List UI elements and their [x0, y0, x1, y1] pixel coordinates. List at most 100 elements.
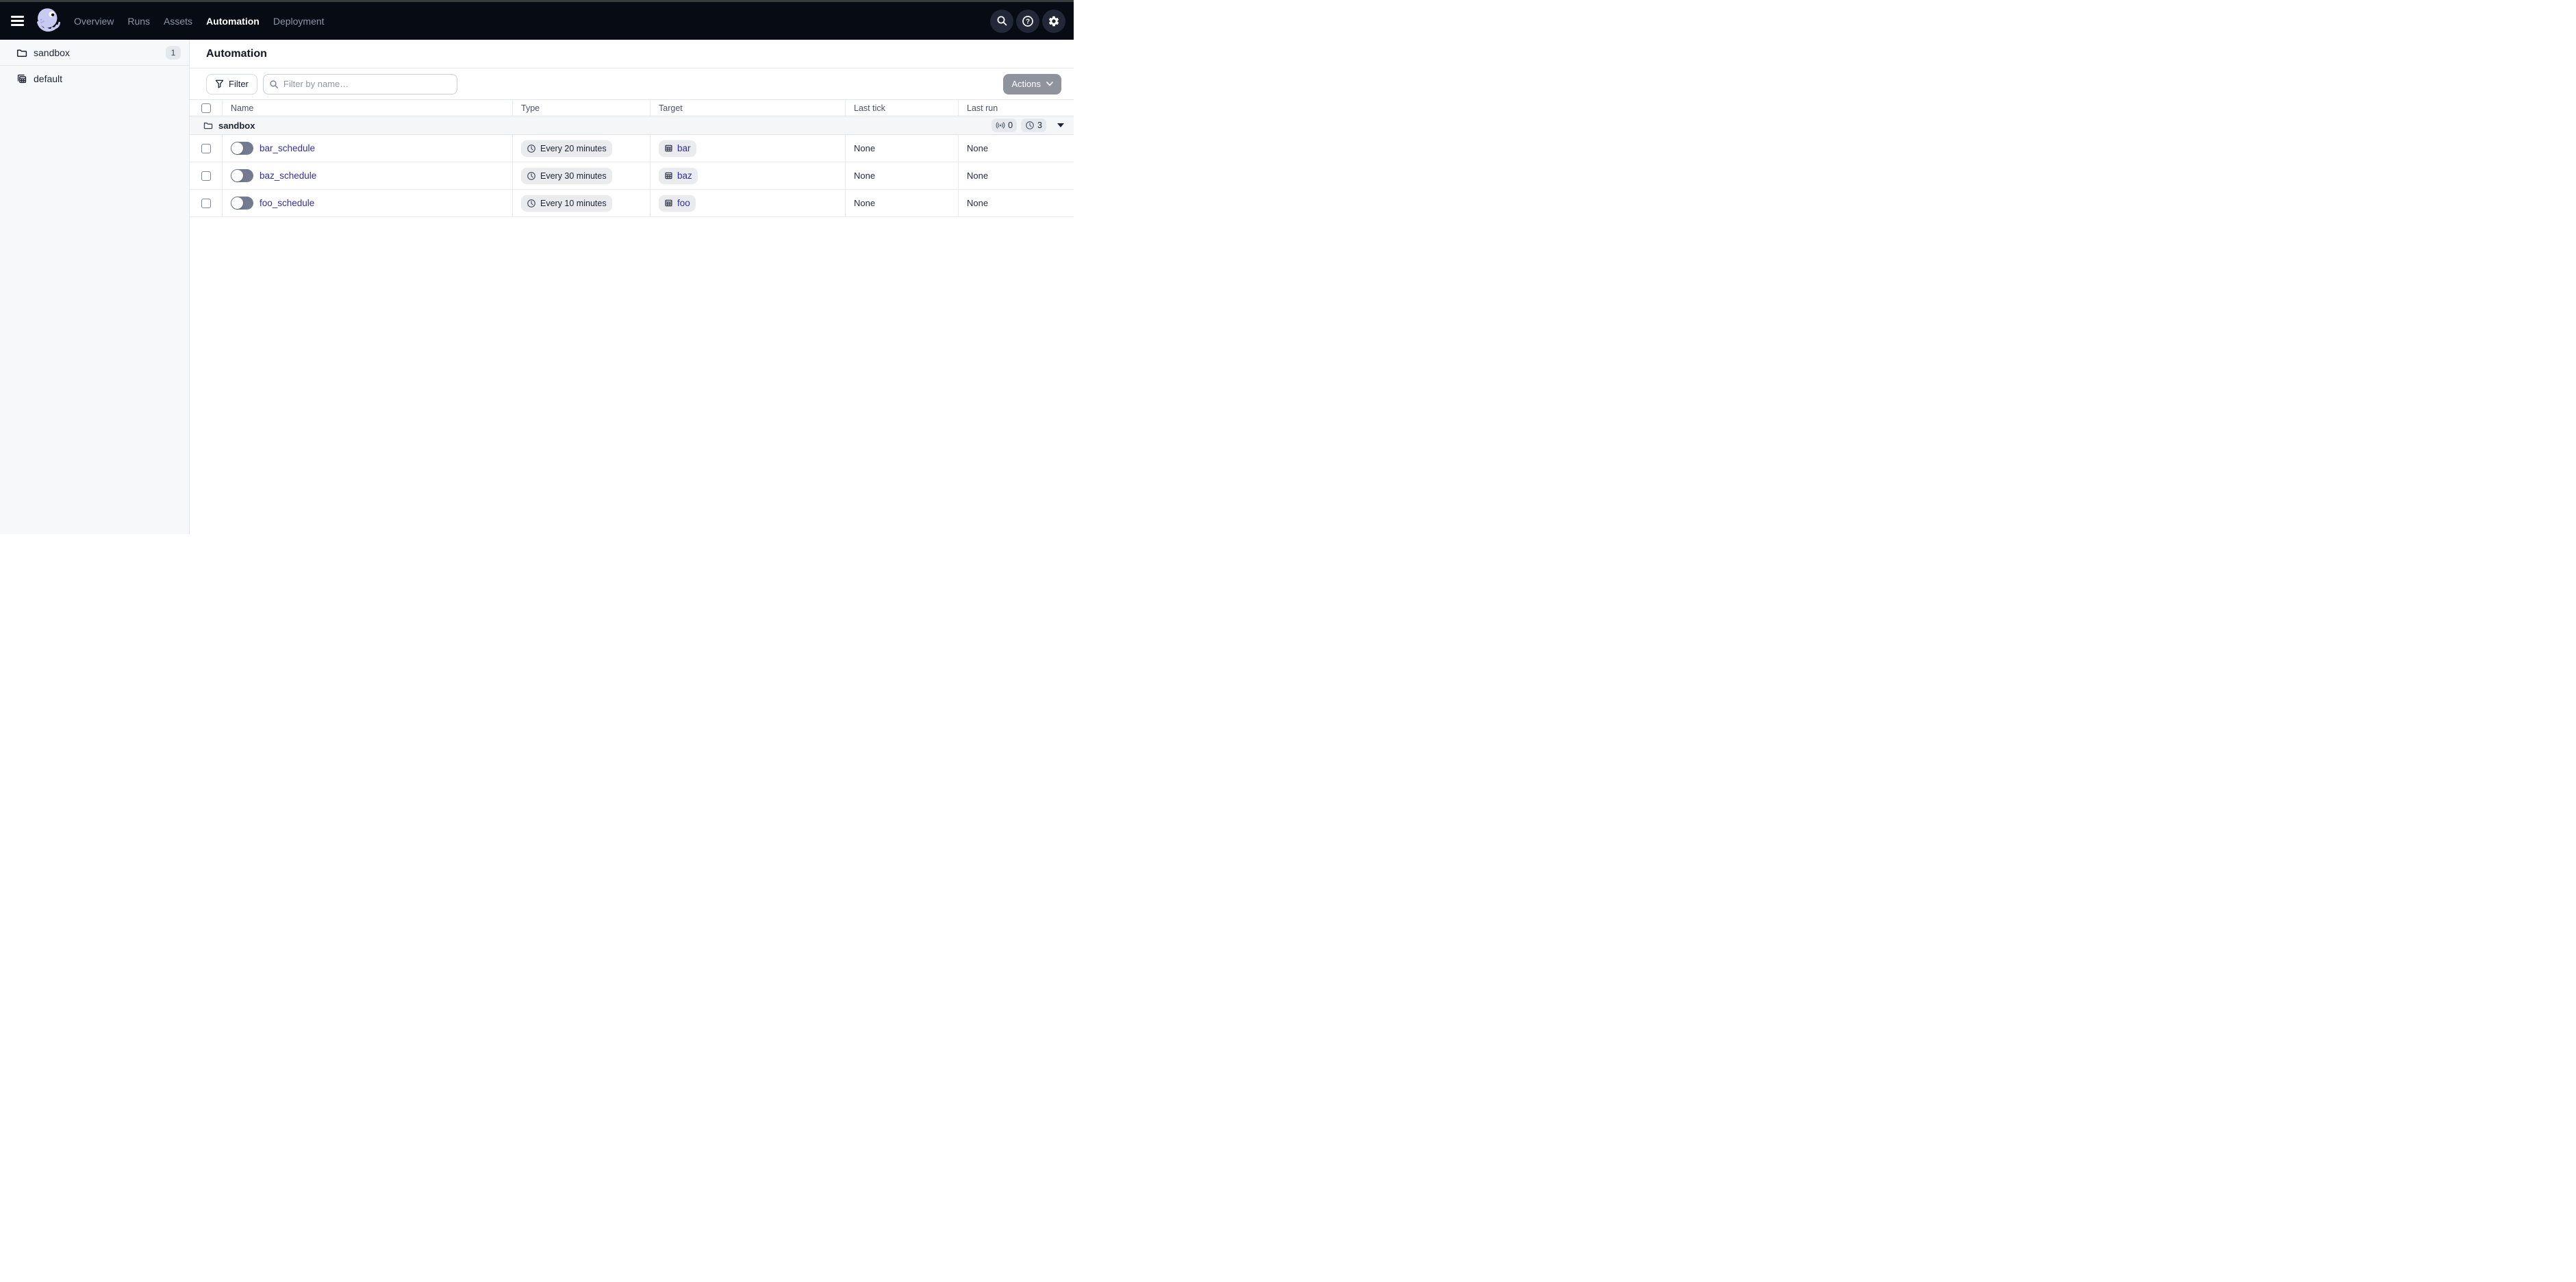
primary-nav: Overview Runs Assets Automation Deployme…: [73, 13, 326, 29]
search-button[interactable]: [990, 10, 1013, 33]
hamburger-menu-icon[interactable]: [11, 13, 27, 29]
top-navbar: Overview Runs Assets Automation Deployme…: [0, 2, 1074, 40]
last-run-cell: None: [959, 162, 1074, 189]
table-header-row: Name Type Target Last tick Last run: [190, 99, 1074, 116]
target-cell: baz: [651, 162, 846, 189]
last-tick-value: None: [854, 171, 875, 181]
column-header-last-tick: Last tick: [846, 100, 959, 116]
schedule-link[interactable]: bar_schedule: [260, 143, 315, 153]
schedule-type-chip: Every 30 minutes: [521, 168, 612, 184]
schedule-type-chip: Every 10 minutes: [521, 195, 612, 212]
target-cell: bar: [651, 135, 846, 162]
target-chip[interactable]: bar: [659, 140, 696, 157]
search-icon: [269, 79, 279, 89]
filter-button[interactable]: Filter: [206, 74, 257, 95]
sidebar-item-label: default: [34, 73, 62, 84]
row-checkbox-cell: [190, 162, 223, 189]
name-cell: foo_schedule: [223, 190, 513, 216]
last-run-cell: None: [959, 135, 1074, 162]
last-tick-cell: None: [846, 190, 959, 216]
schedule-link[interactable]: foo_schedule: [260, 198, 314, 208]
sandbox-count-badge: 1: [166, 46, 181, 60]
main-content: Automation Filter Actions: [190, 40, 1074, 534]
table-icon: [664, 171, 673, 180]
search-icon: [996, 15, 1008, 27]
type-cell: Every 10 minutes: [513, 190, 651, 216]
select-all-checkbox[interactable]: [201, 103, 211, 113]
toolbar: Filter Actions: [190, 68, 1074, 99]
nav-item-automation[interactable]: Automation: [205, 13, 261, 29]
target-link[interactable]: baz: [677, 171, 692, 181]
filter-by-name-input[interactable]: [263, 74, 457, 95]
row-checkbox-cell: [190, 190, 223, 216]
last-tick-value: None: [854, 198, 875, 208]
clock-icon: [527, 199, 536, 208]
code-location-icon: [16, 73, 27, 84]
last-tick-cell: None: [846, 135, 959, 162]
settings-button[interactable]: [1042, 10, 1065, 33]
target-link[interactable]: foo: [677, 198, 690, 208]
repo-group-row[interactable]: sandbox 0: [190, 116, 1074, 135]
filter-funnel-icon: [215, 79, 224, 88]
toggle-knob: [231, 142, 243, 154]
table-row: baz_schedule Every 30 minutes: [190, 162, 1074, 190]
sidebar-item-sandbox[interactable]: sandbox 1: [0, 40, 189, 65]
octopus-logo-icon: [34, 6, 64, 36]
gear-icon: [1048, 15, 1060, 27]
clock-icon: [527, 171, 536, 181]
target-cell: foo: [651, 190, 846, 216]
group-header: sandbox: [203, 121, 255, 131]
clock-icon: [1025, 121, 1035, 130]
header-checkbox-cell: [190, 100, 223, 116]
sensor-count-pill: 0: [992, 118, 1017, 132]
type-cell: Every 30 minutes: [513, 162, 651, 189]
filter-button-label: Filter: [229, 79, 249, 89]
column-header-last-run: Last run: [959, 100, 1074, 116]
schedule-toggle[interactable]: [231, 197, 253, 210]
actions-button[interactable]: Actions: [1003, 74, 1061, 95]
row-checkbox-cell: [190, 135, 223, 162]
toggle-knob: [231, 170, 243, 181]
toggle-knob: [231, 197, 243, 209]
nav-item-deployment[interactable]: Deployment: [272, 13, 326, 29]
schedule-link[interactable]: baz_schedule: [260, 171, 316, 181]
clock-icon: [527, 144, 536, 153]
column-header-name: Name: [223, 100, 513, 116]
table-row: bar_schedule Every 20 minutes: [190, 135, 1074, 162]
row-checkbox[interactable]: [201, 199, 211, 208]
schedule-type-label: Every 20 minutes: [540, 144, 607, 153]
actions-button-label: Actions: [1011, 79, 1041, 89]
table-row: foo_schedule Every 10 minutes: [190, 190, 1074, 217]
nav-item-assets[interactable]: Assets: [162, 13, 194, 29]
caret-down-icon[interactable]: [1057, 123, 1064, 127]
target-chip[interactable]: baz: [659, 168, 698, 184]
last-run-value: None: [967, 143, 988, 153]
folder-icon: [203, 121, 213, 130]
schedule-count-pill: 3: [1021, 118, 1046, 132]
row-checkbox[interactable]: [201, 171, 211, 181]
nav-icon-group: ?: [990, 10, 1065, 33]
schedule-toggle[interactable]: [231, 169, 253, 182]
group-counts: 0 3: [992, 118, 1064, 132]
schedule-count: 3: [1037, 121, 1042, 130]
sidebar-item-default[interactable]: default: [0, 66, 189, 91]
last-tick-value: None: [854, 143, 875, 153]
nav-item-overview[interactable]: Overview: [73, 13, 115, 29]
help-button[interactable]: ?: [1016, 10, 1039, 33]
chevron-down-icon: [1046, 81, 1053, 86]
automation-table: Name Type Target Last tick Last run sand…: [190, 99, 1074, 217]
nav-item-runs[interactable]: Runs: [126, 13, 151, 29]
last-run-cell: None: [959, 190, 1074, 216]
sidebar-item-label: sandbox: [34, 47, 70, 58]
target-chip[interactable]: foo: [659, 195, 696, 212]
last-tick-cell: None: [846, 162, 959, 189]
schedule-toggle[interactable]: [231, 142, 253, 155]
row-checkbox[interactable]: [201, 144, 211, 153]
target-link[interactable]: bar: [677, 143, 691, 153]
help-icon: ?: [1022, 15, 1034, 27]
table-icon: [664, 199, 673, 208]
table-icon: [664, 144, 673, 153]
dagster-logo[interactable]: [34, 6, 64, 36]
page-title: Automation: [206, 48, 267, 60]
schedule-type-chip: Every 20 minutes: [521, 140, 612, 157]
